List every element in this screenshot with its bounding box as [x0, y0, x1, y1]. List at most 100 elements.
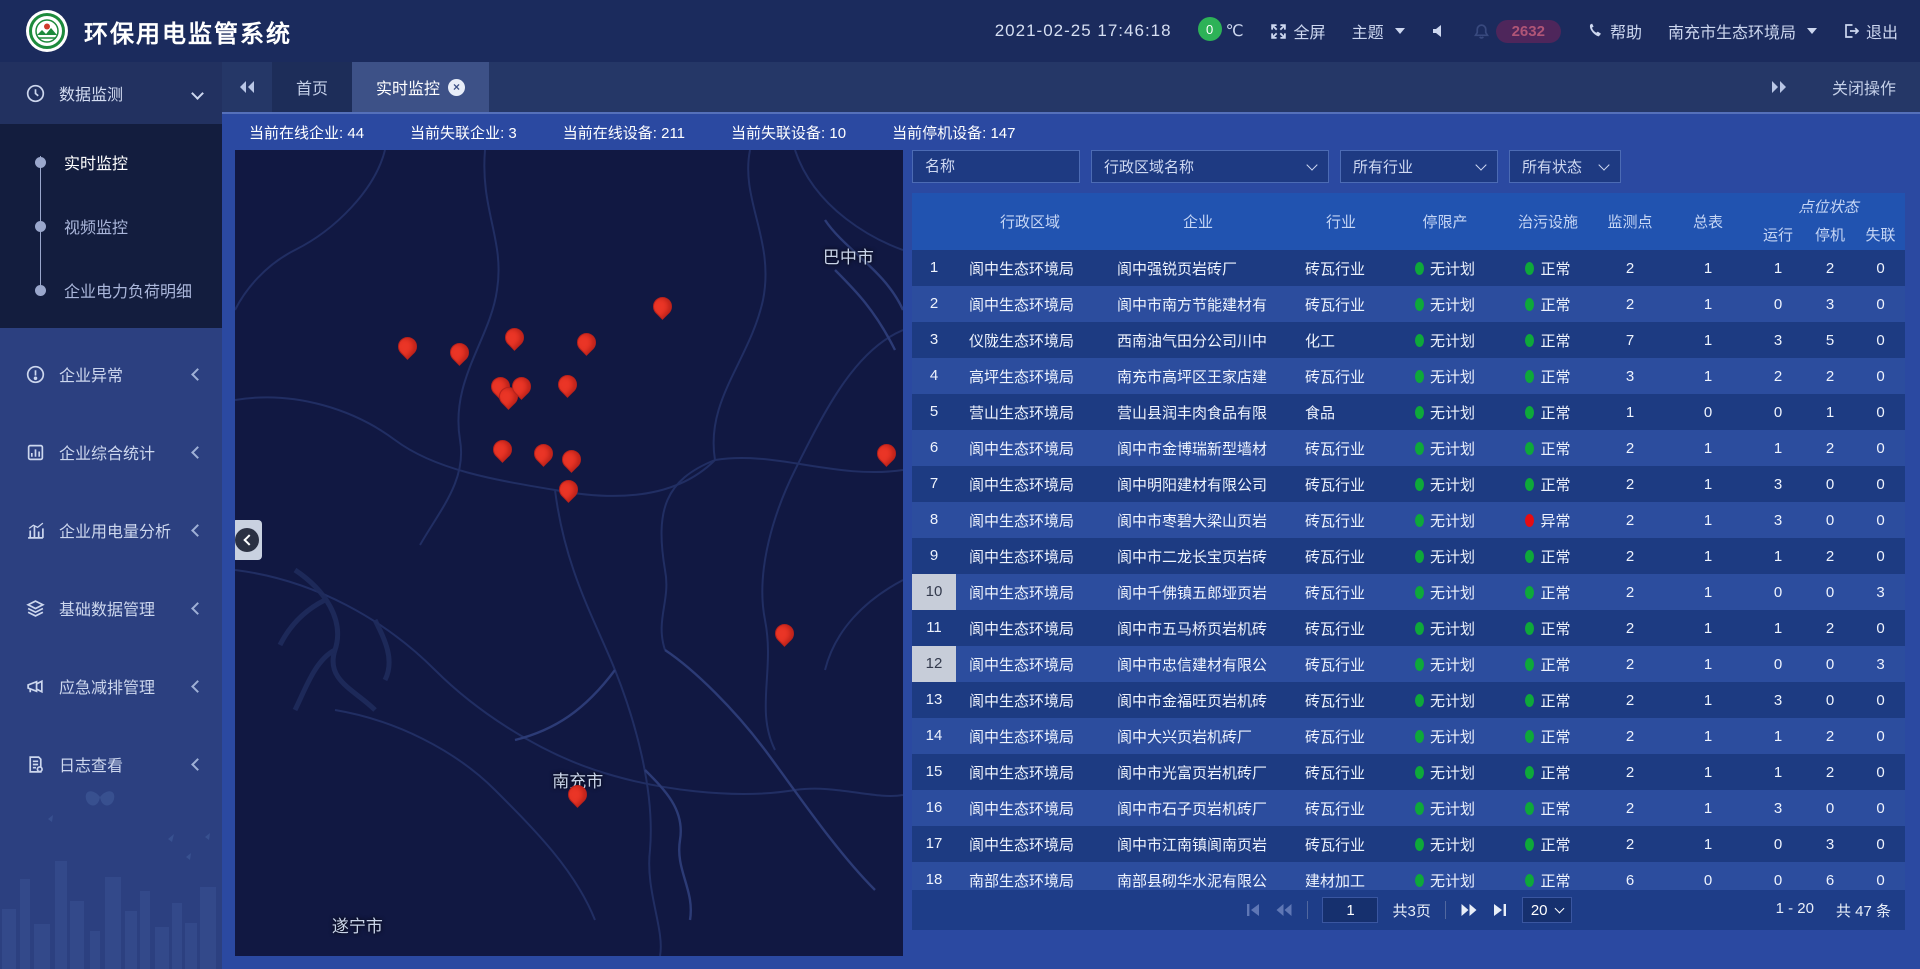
sidebar-item-data-monitor[interactable]: 数据监测	[0, 62, 222, 124]
cell-facility-status: 正常	[1500, 258, 1596, 279]
content: 当前在线企业: 44 当前失联企业: 3 当前在线设备: 211 当前失联设备:…	[222, 112, 1920, 969]
total-count-label: 共 47 条	[1836, 900, 1891, 921]
status-filter-select[interactable]: 所有状态	[1509, 150, 1621, 183]
cell-company: 阆中市石子页岩机砖厂	[1104, 798, 1292, 819]
table-row[interactable]: 17阆中生态环境局阆中市江南镇阆南页岩砖瓦行业无计划正常21030	[912, 826, 1905, 862]
cell-meter-count: 1	[1664, 728, 1752, 745]
col-meter: 总表	[1664, 193, 1752, 250]
table-row[interactable]: 5营山生态环境局营山县润丰肉食品有限食品无计划正常10010	[912, 394, 1905, 430]
logout-icon	[1843, 23, 1859, 39]
sidebar-item-video-monitor[interactable]: 视频监控	[0, 194, 222, 258]
sidebar-collapse-button[interactable]	[235, 520, 262, 560]
cell-lost-count: 0	[1856, 836, 1905, 853]
cell-region: 仪陇生态环境局	[956, 330, 1104, 351]
sidebar-item-power-analysis[interactable]: 企业用电量分析	[0, 498, 222, 562]
cell-facility-status: 正常	[1500, 798, 1596, 819]
sidebar-item-enterprise-statistics[interactable]: 企业综合统计	[0, 420, 222, 484]
table-row[interactable]: 18南部生态环境局南部县砌华水泥有限公建材加工无计划正常60060	[912, 862, 1905, 890]
tab-close-icon[interactable]: ×	[448, 79, 465, 96]
next-page-button[interactable]	[1460, 903, 1478, 917]
chevron-left-icon	[191, 602, 204, 615]
fullscreen-button[interactable]: 全屏	[1270, 19, 1326, 43]
layers-icon	[26, 599, 45, 618]
table-row[interactable]: 1阆中生态环境局阆中强锐页岩砖厂砖瓦行业无计划正常21120	[912, 250, 1905, 286]
tab-home[interactable]: 首页	[272, 62, 352, 112]
table-row[interactable]: 16阆中生态环境局阆中市石子页岩机砖厂砖瓦行业无计划正常21300	[912, 790, 1905, 826]
row-index: 10	[912, 574, 956, 610]
first-page-button[interactable]	[1245, 903, 1261, 917]
cell-facility-status: 正常	[1500, 726, 1596, 747]
table-body: 1阆中生态环境局阆中强锐页岩砖厂砖瓦行业无计划正常211202阆中生态环境局阆中…	[912, 250, 1905, 890]
row-index: 16	[912, 790, 956, 826]
cell-limit-status: 无计划	[1390, 546, 1500, 567]
table-row[interactable]: 9阆中生态环境局阆中市二龙长宝页岩砖砖瓦行业无计划正常21120	[912, 538, 1905, 574]
page-size-select[interactable]: 20	[1522, 897, 1572, 923]
table-row[interactable]: 14阆中生态环境局阆中大兴页岩机砖厂砖瓦行业无计划正常21120	[912, 718, 1905, 754]
stat-online-devices: 当前在线设备: 211	[563, 122, 685, 143]
prev-page-button[interactable]	[1275, 903, 1293, 917]
divider	[1307, 901, 1308, 919]
notifications[interactable]: 2632	[1473, 20, 1561, 43]
enterprise-table: 行政区域 企业 行业 停限产 治污设施 监测点 总表 点位状态 运行 停机 失联	[912, 193, 1905, 890]
cell-monitor-count: 6	[1596, 872, 1664, 889]
last-page-button[interactable]	[1492, 903, 1508, 917]
table-row[interactable]: 15阆中生态环境局阆中市光富页岩机砖厂砖瓦行业无计划正常21120	[912, 754, 1905, 790]
table-row[interactable]: 3仪陇生态环境局西南油气田分公司川中化工无计划正常71350	[912, 322, 1905, 358]
cell-company: 阆中市忠信建材有限公	[1104, 654, 1292, 675]
theme-dropdown[interactable]: 主题	[1352, 19, 1405, 43]
table-row[interactable]: 7阆中生态环境局阆中明阳建材有限公司砖瓦行业无计划正常21300	[912, 466, 1905, 502]
close-operations-button[interactable]: 关闭操作	[1832, 75, 1896, 99]
sidebar-item-realtime-monitor[interactable]: 实时监控	[0, 130, 222, 194]
cell-monitor-count: 1	[1596, 404, 1664, 421]
table-row[interactable]: 4高坪生态环境局南充市高坪区王家店建砖瓦行业无计划正常31220	[912, 358, 1905, 394]
table-row[interactable]: 6阆中生态环境局阆中市金博瑞新型墙材砖瓦行业无计划正常21120	[912, 430, 1905, 466]
row-index: 1	[912, 250, 956, 286]
cell-stop-count: 2	[1804, 440, 1856, 457]
sidebar-item-power-load-detail[interactable]: 企业电力负荷明细	[0, 258, 222, 322]
logout-button[interactable]: 退出	[1843, 19, 1898, 43]
cell-run-count: 3	[1752, 332, 1804, 349]
table-row[interactable]: 8阆中生态环境局阆中市枣碧大梁山页岩砖瓦行业无计划异常21300	[912, 502, 1905, 538]
mute-button[interactable]	[1431, 23, 1447, 39]
table-row[interactable]: 12阆中生态环境局阆中市忠信建材有限公砖瓦行业无计划正常21003	[912, 646, 1905, 682]
industry-filter-select[interactable]: 所有行业	[1340, 150, 1498, 183]
table-row[interactable]: 2阆中生态环境局阆中市南方节能建材有砖瓦行业无计划正常21030	[912, 286, 1905, 322]
cell-monitor-count: 2	[1596, 836, 1664, 853]
help-button[interactable]: 帮助	[1587, 19, 1642, 43]
megaphone-icon	[26, 677, 45, 696]
statsbar: 当前在线企业: 44 当前失联企业: 3 当前在线设备: 211 当前失联设备:…	[235, 114, 1920, 150]
cell-company: 阆中市五马桥页岩机砖	[1104, 618, 1292, 639]
sidebar-item-base-data[interactable]: 基础数据管理	[0, 576, 222, 640]
log-file-icon	[26, 755, 45, 774]
tab-realtime-monitor[interactable]: 实时监控 ×	[352, 62, 489, 112]
org-dropdown[interactable]: 南充市生态环境局	[1668, 19, 1817, 43]
cell-limit-status: 无计划	[1390, 726, 1500, 747]
page-number-input[interactable]	[1322, 897, 1378, 923]
row-index: 4	[912, 358, 956, 394]
temperature-value: 0	[1198, 17, 1222, 41]
cell-monitor-count: 2	[1596, 656, 1664, 673]
table-row[interactable]: 10阆中生态环境局阆中千佛镇五郎垭页岩砖瓦行业无计划正常21003	[912, 574, 1905, 610]
table-row[interactable]: 11阆中生态环境局阆中市五马桥页岩机砖砖瓦行业无计划正常21120	[912, 610, 1905, 646]
name-filter-input[interactable]	[912, 150, 1080, 183]
green-dot-icon	[1525, 550, 1534, 563]
green-dot-icon	[1525, 442, 1534, 455]
notification-count-badge: 2632	[1496, 20, 1561, 43]
green-dot-icon	[1415, 478, 1424, 491]
sidebar-item-enterprise-abnormal[interactable]: 企业异常	[0, 342, 222, 406]
table-row[interactable]: 13阆中生态环境局阆中市金福旺页岩机砖砖瓦行业无计划正常21300	[912, 682, 1905, 718]
cell-region: 阆中生态环境局	[956, 582, 1104, 603]
region-filter-select[interactable]: 行政区域名称	[1091, 150, 1329, 183]
sidebar-item-log-view[interactable]: 日志查看	[0, 732, 222, 796]
col-facility: 治污设施	[1500, 193, 1596, 250]
sidebar-item-emergency-reduction[interactable]: 应急减排管理	[0, 654, 222, 718]
tabs-scroll-left-button[interactable]	[222, 62, 272, 112]
green-dot-icon	[1525, 406, 1534, 419]
topbar: 环保用电监管系统 2021-02-25 17:46:18 0 ℃ 全屏 主题	[0, 0, 1920, 62]
cell-region: 阆中生态环境局	[956, 294, 1104, 315]
chevron-down-icon	[1395, 28, 1405, 34]
map[interactable]: 巴中市 南充市 遂宁市	[235, 150, 903, 956]
cell-facility-status: 正常	[1500, 582, 1596, 603]
cell-facility-status: 正常	[1500, 402, 1596, 423]
tabs-scroll-right-button[interactable]	[1754, 80, 1804, 94]
